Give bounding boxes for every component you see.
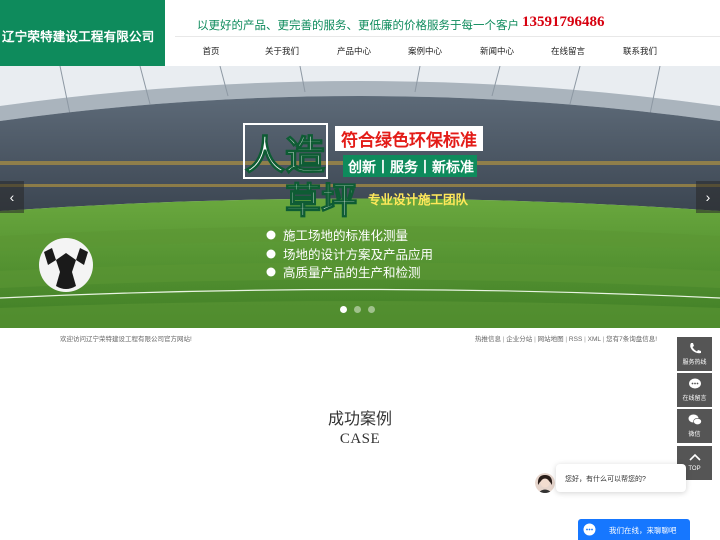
- side-wechat-label: 微信: [688, 432, 701, 438]
- nav-item-about[interactable]: 关于我们: [265, 45, 299, 57]
- headline-left: 人造: [245, 133, 325, 179]
- nav-item-products[interactable]: 产品中心: [337, 45, 371, 57]
- avatar-icon: [535, 473, 555, 493]
- banner-next-button[interactable]: ›: [696, 181, 720, 213]
- company-name: 辽宁荣特建设工程有限公司: [2, 30, 155, 44]
- link-separator: |: [534, 336, 536, 343]
- chat-bar-label: 我们在线，来聊聊吧: [609, 526, 677, 535]
- chat-bubble-icon: [583, 523, 596, 536]
- phone-icon: [689, 343, 701, 354]
- chat-greeting-bubble[interactable]: 您好，有什么可以帮您的?: [556, 464, 686, 492]
- banner-bullet-2: 场地的设计方案及产品应用: [283, 247, 433, 262]
- link-sitemap[interactable]: 网站地图: [538, 336, 564, 343]
- side-hotline-label: 服务热线: [682, 360, 707, 366]
- welcome-text: 欢迎访问辽宁荣特建设工程有限公司官方网站!: [60, 336, 192, 343]
- page: 辽宁荣特建设工程有限公司 以更好的产品、更完善的服务、更低廉的价格服务于每一个客…: [0, 0, 720, 540]
- link-inquiries[interactable]: 您有7条询盘信息!: [606, 336, 657, 343]
- link-hot-info[interactable]: 热推信息: [475, 336, 501, 343]
- side-message-button[interactable]: 在线留言: [677, 373, 712, 407]
- chat-avatar[interactable]: [535, 473, 555, 493]
- side-wechat-button[interactable]: 微信: [677, 409, 712, 443]
- logo[interactable]: 辽宁荣特建设工程有限公司: [0, 0, 165, 66]
- side-hotline-button[interactable]: 服务热线: [677, 337, 712, 371]
- banner-bullet-3: 高质量产品的生产和检测: [283, 265, 421, 280]
- nav-item-contact[interactable]: 联系我们: [623, 45, 657, 57]
- chat-icon: [688, 378, 701, 389]
- banner-dot[interactable]: [368, 306, 375, 313]
- link-separator: |: [602, 336, 605, 343]
- wechat-icon: [688, 414, 702, 426]
- link-branches[interactable]: 企业分站: [506, 336, 532, 343]
- link-separator: |: [565, 336, 568, 343]
- chat-greeting-text: 您好，有什么可以帮您的?: [565, 476, 646, 483]
- nav-item-cases[interactable]: 案例中心: [408, 45, 442, 57]
- banner-tagline: 符合绿色环保标准: [341, 130, 477, 151]
- nav-item-news[interactable]: 新闻中心: [480, 45, 514, 57]
- hero-banner[interactable]: 人造 符合绿色环保标准 创新丨服务丨新标准 草坪 专业设计施工团队 施工场地的标…: [0, 66, 720, 328]
- link-xml[interactable]: XML: [588, 336, 601, 343]
- banner-sub-tags: 创新丨服务丨新标准: [347, 159, 474, 176]
- banner-prev-button[interactable]: ‹: [0, 181, 24, 213]
- site-header: 辽宁荣特建设工程有限公司 以更好的产品、更完善的服务、更低廉的价格服务于每一个客…: [0, 0, 720, 66]
- headline-bottom: 草坪: [285, 181, 357, 222]
- chat-open-button[interactable]: 我们在线，来聊聊吧: [578, 519, 690, 540]
- banner-image: 人造 符合绿色环保标准 创新丨服务丨新标准 草坪 专业设计施工团队 施工场地的标…: [0, 66, 720, 328]
- link-separator: |: [584, 336, 586, 343]
- link-separator: |: [502, 336, 505, 343]
- top-links: 热推信息 | 企业分站 | 网站地图 | RSS | XML | 您有7条询盘信…: [475, 333, 657, 343]
- slogan: 以更好的产品、更完善的服务、更低廉的价格服务于每一个客户: [197, 20, 519, 32]
- nav-item-home[interactable]: 首页: [202, 45, 219, 57]
- banner-dot[interactable]: [340, 306, 347, 313]
- case-section-subtitle: CASE: [339, 431, 381, 447]
- main-nav: 首页 关于我们 产品中心 案例中心 新闻中心 在线留言 联系我们: [175, 36, 720, 66]
- banner-dot[interactable]: [354, 306, 361, 313]
- arrow-up-icon: [688, 453, 701, 461]
- side-message-label: 在线留言: [682, 396, 707, 402]
- link-rss[interactable]: RSS: [569, 336, 582, 343]
- hotline-number: 13591796486: [522, 14, 605, 30]
- banner-team-text: 专业设计施工团队: [368, 192, 469, 207]
- nav-item-message[interactable]: 在线留言: [551, 45, 585, 57]
- case-section-title: 成功案例: [327, 411, 392, 428]
- soccer-ball-icon: [39, 238, 93, 292]
- banner-bullet-1: 施工场地的标准化测量: [283, 228, 408, 243]
